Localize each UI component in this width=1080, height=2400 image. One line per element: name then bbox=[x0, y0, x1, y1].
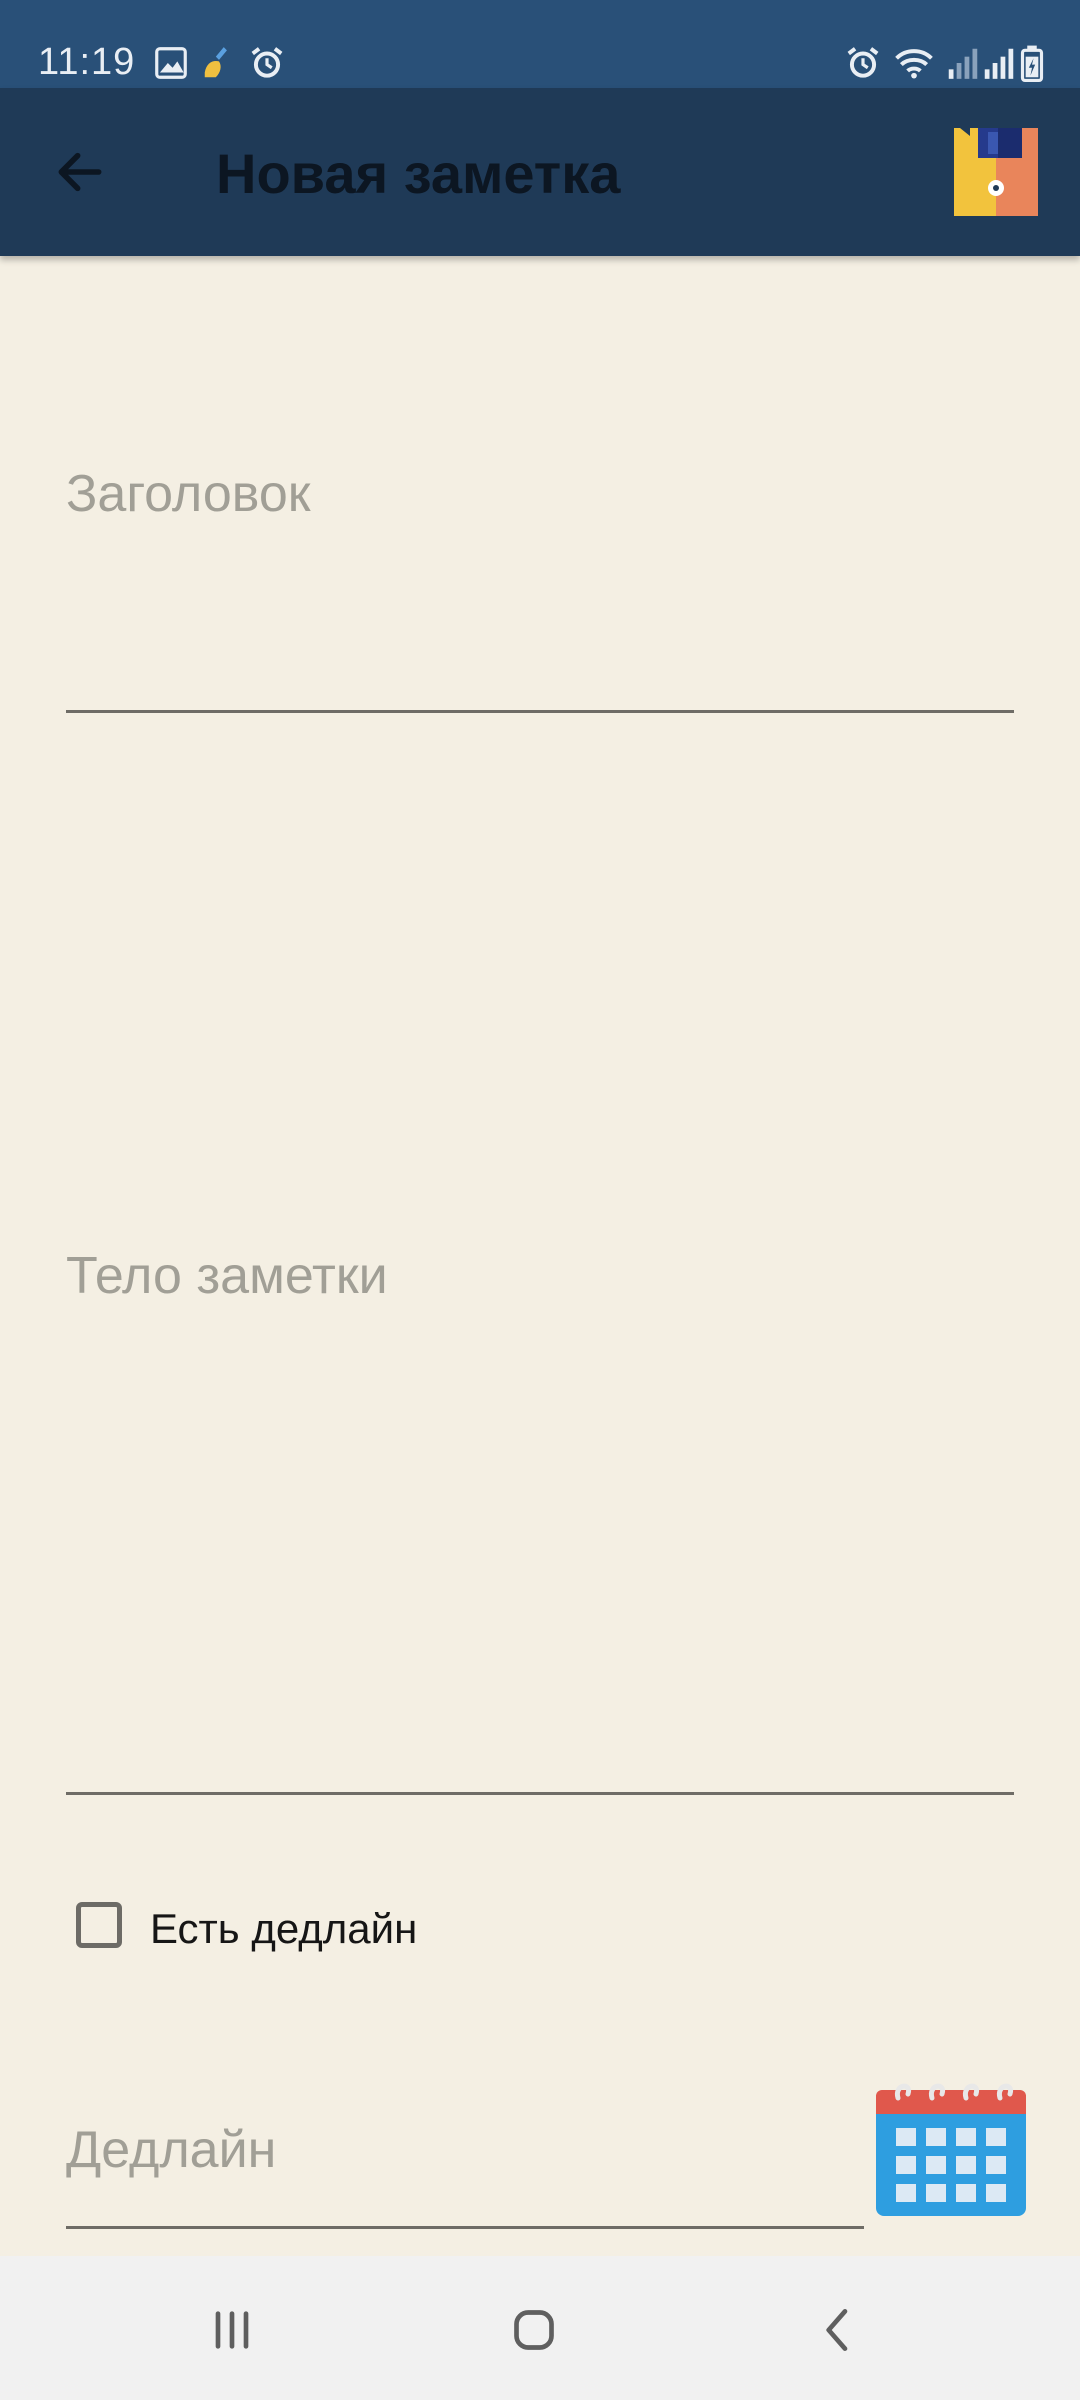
page-title: Новая заметка bbox=[216, 142, 621, 205]
home-icon bbox=[514, 2310, 554, 2350]
calendar-icon bbox=[876, 2083, 1026, 2216]
recents-button[interactable] bbox=[192, 2298, 272, 2362]
deadline-checkbox[interactable] bbox=[76, 1902, 122, 1948]
arrow-left-icon bbox=[58, 152, 102, 192]
recents-icon bbox=[215, 2311, 249, 2349]
cleaner-icon bbox=[204, 47, 227, 78]
signal-icon bbox=[984, 48, 1014, 79]
status-time: 11:19 bbox=[38, 41, 136, 83]
calendar-button[interactable] bbox=[874, 2076, 1028, 2218]
deadline-input-underline bbox=[66, 2226, 864, 2229]
status-bar: 11:19 bbox=[0, 0, 1080, 88]
floppy-disk-icon bbox=[954, 128, 1038, 216]
app-bar: Новая заметка bbox=[0, 88, 1080, 256]
navigation-bar bbox=[0, 2256, 1080, 2400]
alarm-icon bbox=[847, 47, 879, 78]
home-button[interactable] bbox=[494, 2298, 574, 2362]
body-input[interactable]: Тело заметки bbox=[66, 1246, 388, 1306]
body-input-underline bbox=[66, 1792, 1014, 1795]
back-icon bbox=[826, 2309, 848, 2351]
battery-icon bbox=[1020, 45, 1044, 82]
deadline-checkbox-label[interactable]: Есть дедлайн bbox=[150, 1905, 417, 1953]
title-input-underline bbox=[66, 710, 1014, 713]
signal-icon bbox=[948, 48, 978, 79]
save-button[interactable] bbox=[948, 124, 1044, 220]
alarm-icon bbox=[251, 47, 283, 78]
deadline-input[interactable]: Дедлайн bbox=[66, 2120, 276, 2180]
title-input[interactable]: Заголовок bbox=[66, 464, 311, 524]
wifi-icon bbox=[895, 49, 933, 79]
image-icon bbox=[155, 47, 187, 79]
back-button[interactable] bbox=[40, 132, 120, 212]
nav-back-button[interactable] bbox=[798, 2298, 878, 2362]
